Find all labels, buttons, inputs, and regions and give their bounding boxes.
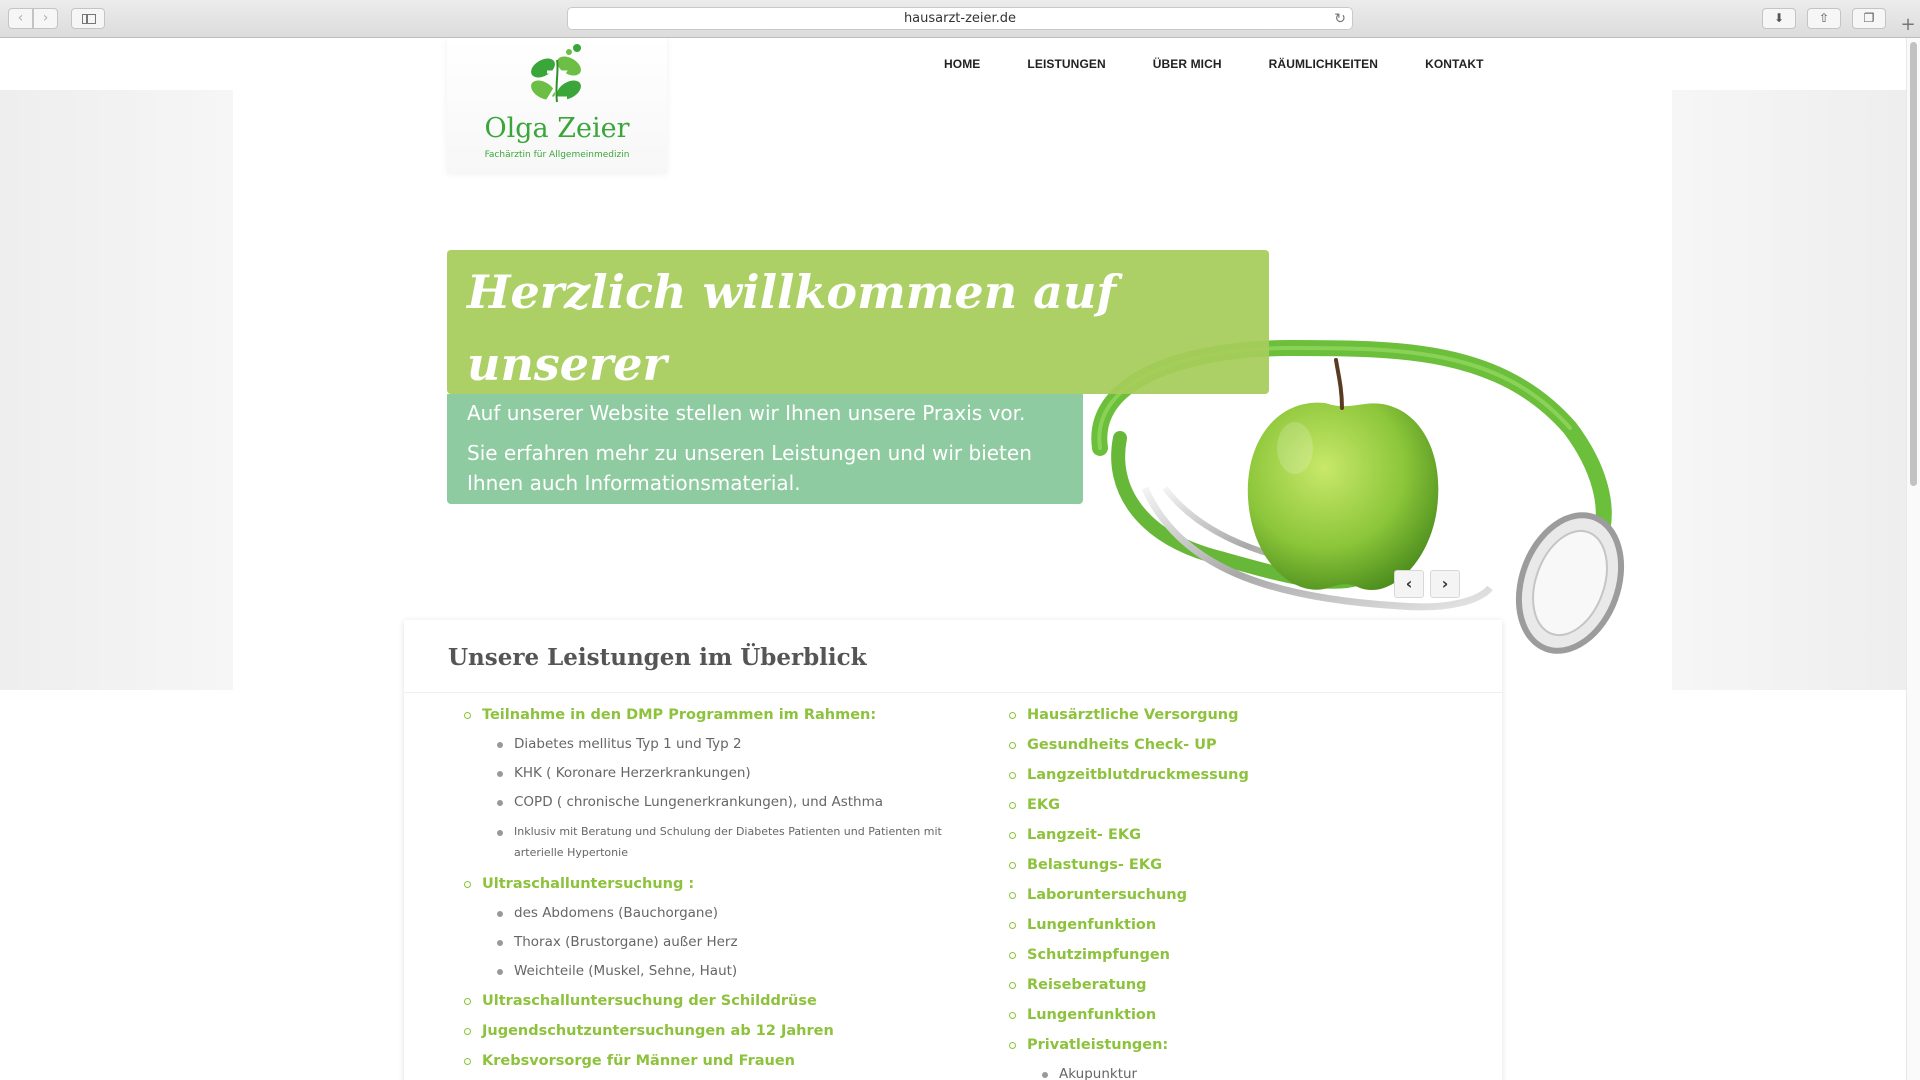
welcome-banner: Herzlich willkommen auf unserer Praxis-W… (447, 250, 1269, 463)
service-item: Langzeitblutdruckmessung (1009, 760, 1429, 790)
service-item: EKG (1009, 790, 1429, 820)
service-item: Reiseberatung (1009, 970, 1429, 1000)
tabs-icon[interactable]: ❐ (1852, 8, 1886, 29)
logo-subtitle: Fachärztin für Allgemeinmedizin (484, 150, 630, 160)
slider-next-button[interactable]: › (1430, 570, 1460, 598)
plus-icon[interactable]: + (1896, 14, 1920, 38)
reload-icon[interactable]: ↻ (1334, 9, 1346, 30)
service-item: Ultraschalluntersuchung : (464, 869, 964, 899)
nav-leistungen[interactable]: LEISTUNGEN (1027, 57, 1105, 71)
list-item: Diabetes mellitus Typ 1 und Typ 2 (497, 730, 964, 759)
hero-side-left (0, 90, 233, 690)
leaf-logo-icon (531, 44, 581, 103)
scrollbar-thumb[interactable] (1910, 42, 1917, 486)
service-item: Lungenfunktion (1009, 910, 1429, 940)
services-title: Unsere Leistungen im Überblick (448, 644, 867, 671)
service-subgroup: des Abdomens (Bauchorgane) Thorax (Brust… (464, 899, 964, 986)
list-item: des Abdomens (Bauchorgane) (497, 899, 964, 928)
service-item: Belastungs- EKG (1009, 850, 1429, 880)
share-icon[interactable]: ⇧ (1807, 8, 1841, 29)
list-item: Weichteile (Muskel, Sehne, Haut) (497, 957, 964, 986)
list-item: KHK ( Koronare Herzerkrankungen) (497, 759, 964, 788)
main-navigation: HOME LEISTUNGEN ÜBER MICH RÄUMLICHKEITEN… (944, 57, 1531, 71)
address-bar[interactable]: hausarzt-zeier.de ↻ (567, 7, 1353, 30)
hero-side-right (1672, 90, 1906, 690)
dmp-sublist: Diabetes mellitus Typ 1 und Typ 2 KHK ( … (497, 730, 964, 869)
divider (404, 692, 1502, 693)
page-scrollbar[interactable] (1906, 38, 1920, 1080)
service-item: Jugendschutzuntersuchungen ab 12 Jahren (464, 1016, 964, 1046)
sidebar-icon[interactable] (71, 8, 105, 29)
list-item: Thorax (Brustorgane) außer Herz (497, 928, 964, 957)
service-item: Privatleistungen: (1009, 1030, 1429, 1060)
service-item: Langzeit- EKG (1009, 820, 1429, 850)
service-item: Gesundheits Check- UP (1009, 730, 1429, 760)
service-subgroup: Diabetes mellitus Typ 1 und Typ 2 KHK ( … (464, 730, 964, 869)
download-icon[interactable]: ⬇ (1762, 8, 1796, 29)
list-item: Akupunktur (1042, 1060, 1429, 1080)
site-logo[interactable]: Olga Zeier Fachärztin für Allgemeinmediz… (447, 38, 667, 174)
service-item: Laboruntersuchung (1009, 880, 1429, 910)
service-item: Krebsvorsorge für Männer und Frauen (464, 1046, 964, 1076)
intro-text-2: Sie erfahren mehr zu unseren Leistungen … (467, 441, 1032, 495)
nav-raeumlichkeiten[interactable]: RÄUMLICHKEITEN (1269, 57, 1378, 71)
nav-kontakt[interactable]: KONTAKT (1425, 57, 1483, 71)
service-item: Hausärztliche Versorgung (1009, 700, 1429, 730)
list-item: COPD ( chronische Lungenerkrankungen), u… (497, 788, 964, 817)
intro-text-1: Auf unserer Website stellen wir Ihnen un… (467, 401, 1026, 425)
chevron-left-icon: ‹ (1405, 574, 1413, 593)
service-item: Lungenfunktion (1009, 1000, 1429, 1030)
intro-box: Auf unserer Website stellen wir Ihnen un… (447, 394, 1083, 504)
services-list-right: Hausärztliche Versorgung Gesundheits Che… (1009, 700, 1429, 1080)
list-item: Inklusiv mit Beratung und Schulung der D… (497, 817, 964, 869)
service-item: Teilnahme in den DMP Programmen im Rahme… (464, 700, 964, 730)
nav-home[interactable]: HOME (944, 57, 980, 71)
web-page: Olga Zeier Fachärztin für Allgemeinmediz… (0, 38, 1906, 1080)
logo-name: Olga Zeier (484, 113, 630, 144)
chevron-right-icon: › (1441, 574, 1449, 593)
services-card: Unsere Leistungen im Überblick Teilnahme… (404, 620, 1502, 1080)
browser-toolbar: ‹ › hausarzt-zeier.de ↻ ⬇ ⇧ ❐ + (0, 0, 1920, 38)
services-list-left: Teilnahme in den DMP Programmen im Rahme… (464, 700, 964, 1076)
chevron-left-icon[interactable]: ‹ (8, 8, 33, 29)
nav-ueber-mich[interactable]: ÜBER MICH (1153, 57, 1222, 71)
url-text: hausarzt-zeier.de (903, 11, 1017, 26)
service-subgroup: Akupunktur (1009, 1060, 1429, 1080)
service-item: Ultraschalluntersuchung der Schilddrüse (464, 986, 964, 1016)
chevron-right-icon[interactable]: › (33, 8, 58, 29)
welcome-headline-line1: Herzlich willkommen auf unserer (467, 265, 1117, 391)
ultraschall-sublist: des Abdomens (Bauchorgane) Thorax (Brust… (497, 899, 964, 986)
service-item: Schutzimpfungen (1009, 940, 1429, 970)
slider-prev-button[interactable]: ‹ (1394, 570, 1424, 598)
private-sublist: Akupunktur (1042, 1060, 1429, 1080)
